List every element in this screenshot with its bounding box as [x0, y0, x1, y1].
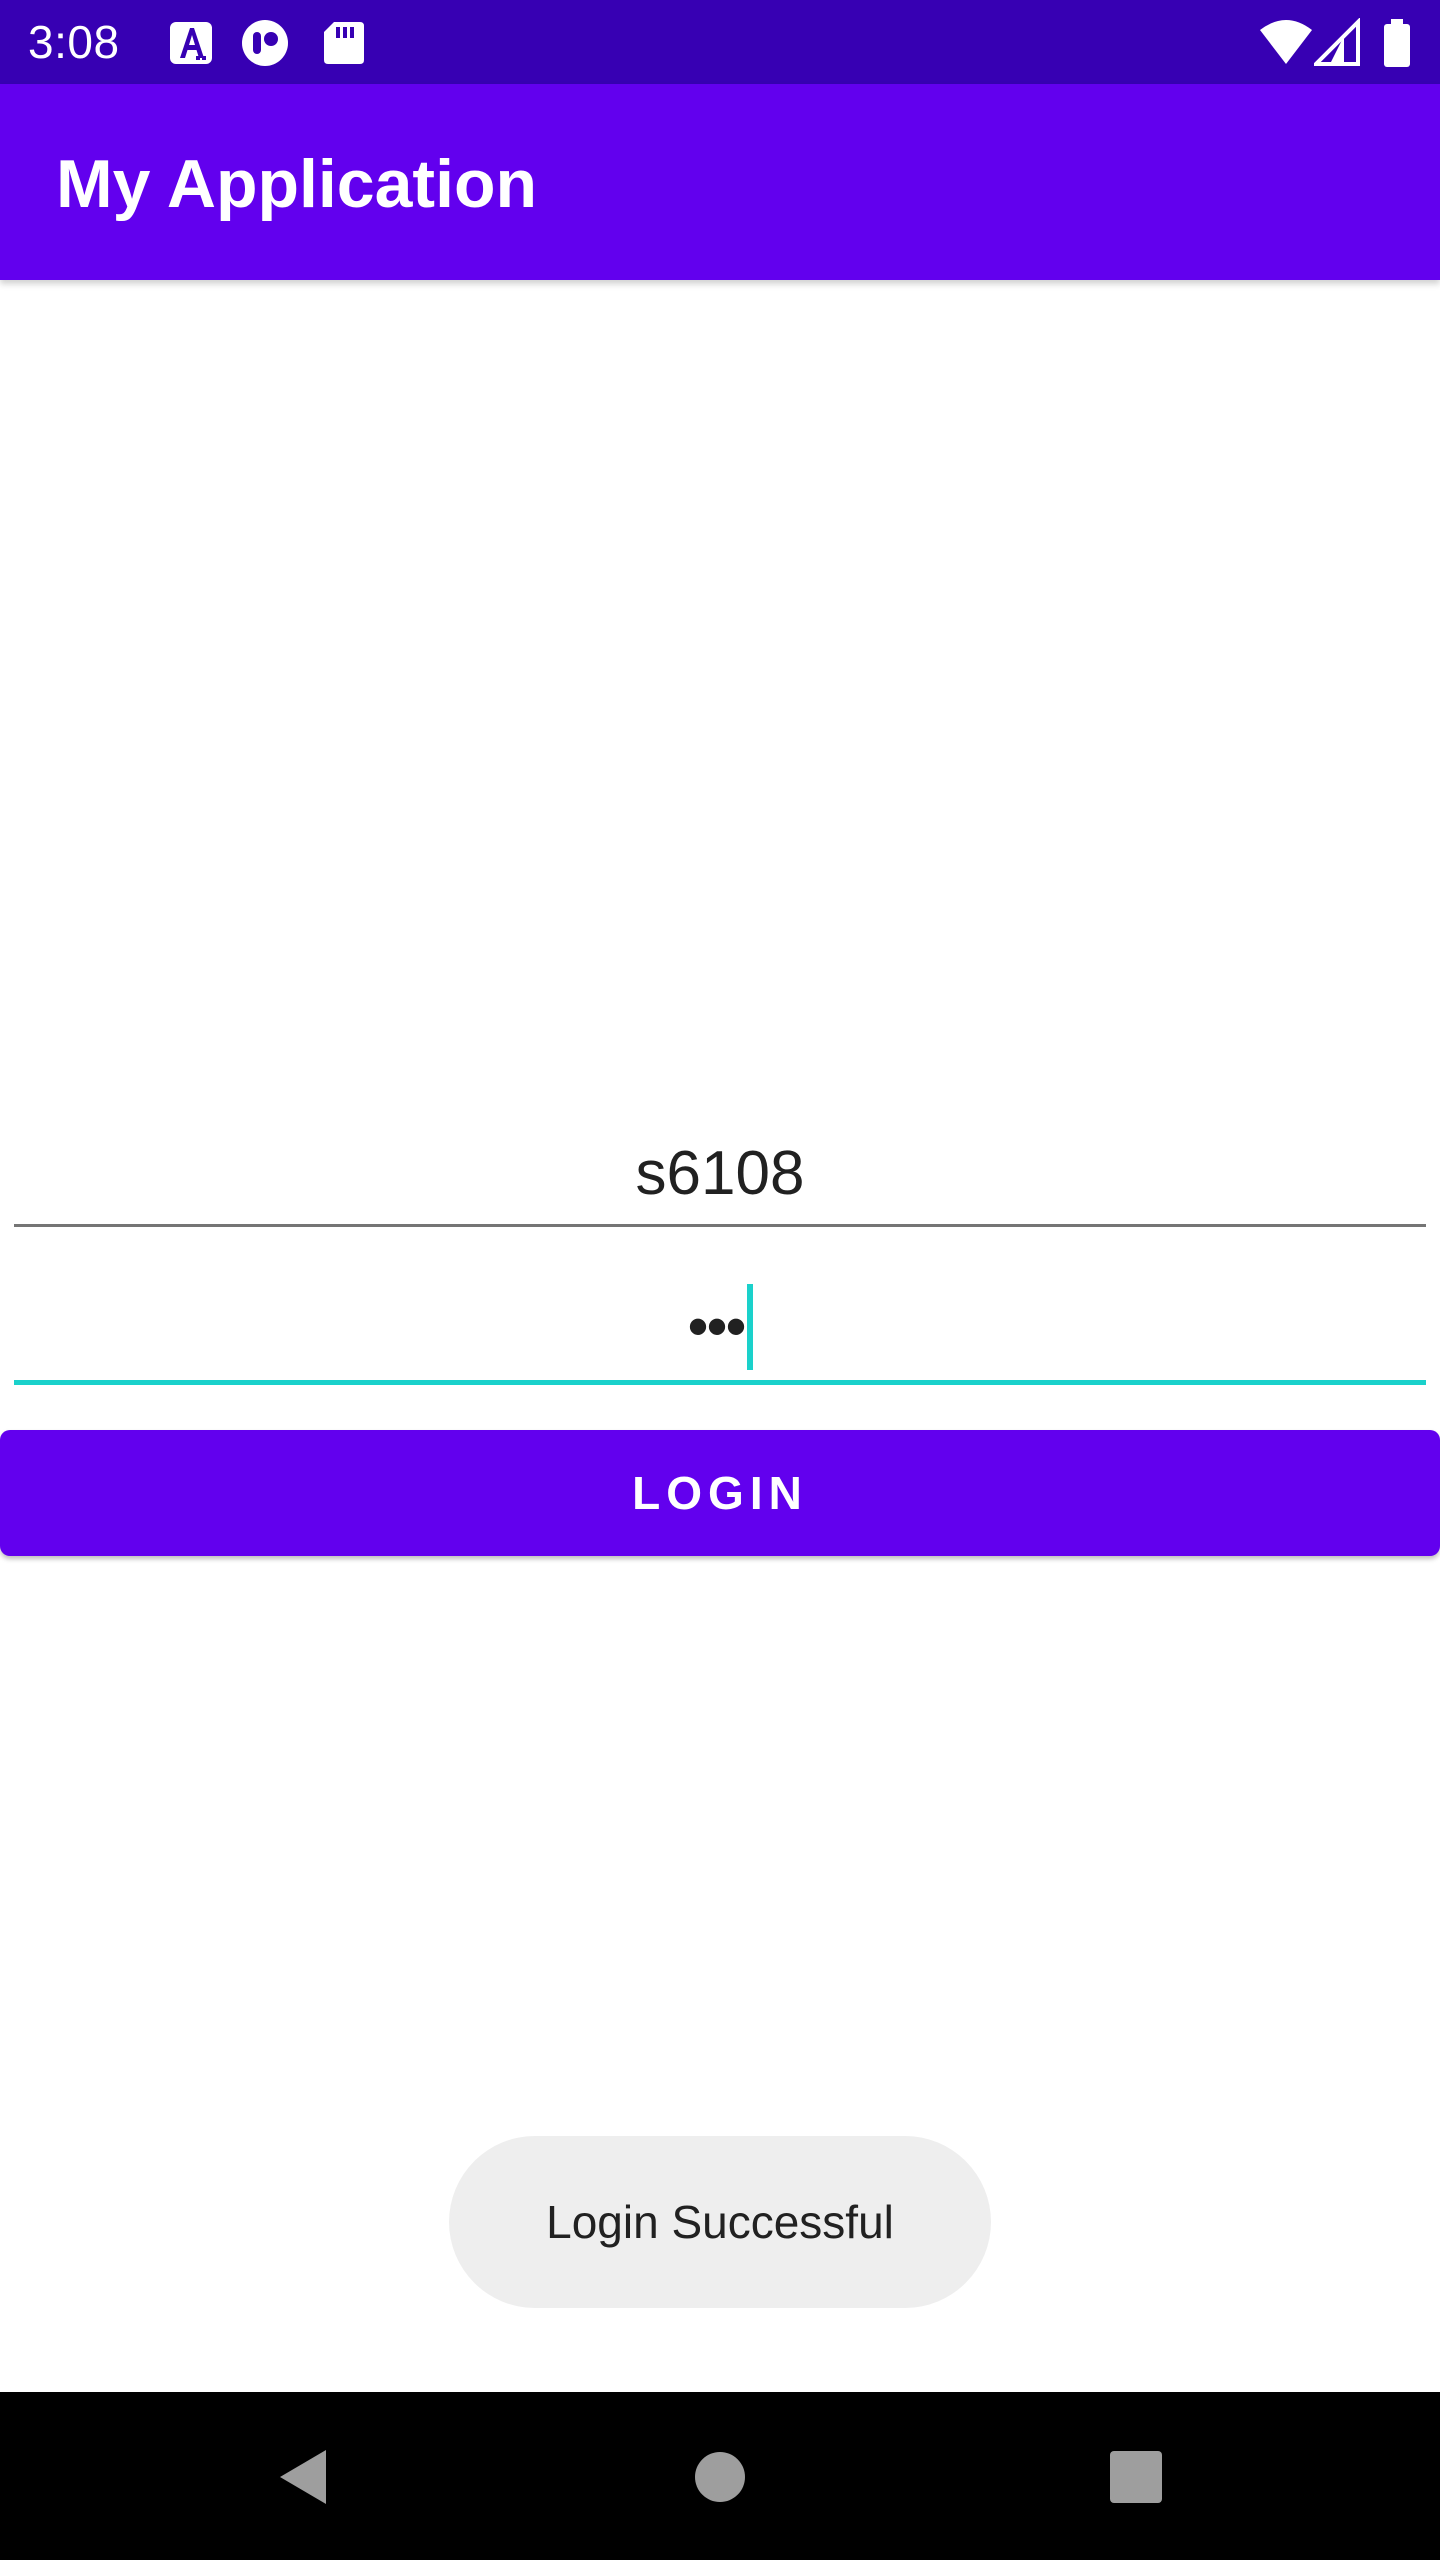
wifi-icon — [1260, 20, 1312, 64]
login-button[interactable]: LOGIN — [0, 1430, 1440, 1556]
recents-icon[interactable] — [1090, 2432, 1180, 2522]
status-time: 3:08 — [28, 16, 120, 68]
text-cursor — [746, 1284, 753, 1370]
app-title: My Application — [56, 146, 538, 222]
navigation-bar — [0, 2392, 1440, 2560]
text-a-icon — [170, 22, 212, 64]
password-field[interactable]: ••• — [14, 1264, 1426, 1385]
password-value: ••• — [687, 1293, 746, 1360]
battery-icon — [1384, 19, 1410, 67]
media-app-icon — [242, 20, 288, 66]
toast-message: Login Successful — [449, 2136, 991, 2308]
username-value: s6108 — [635, 1139, 805, 1208]
username-field[interactable]: s6108 — [14, 1120, 1426, 1227]
toast-text: Login Successful — [546, 2196, 894, 2248]
sd-card-icon — [324, 22, 364, 64]
home-icon[interactable] — [675, 2432, 765, 2522]
cellular-signal-icon — [1314, 18, 1360, 66]
back-icon[interactable] — [256, 2432, 346, 2522]
app-bar: My Application — [0, 84, 1440, 280]
status-bar: 3:08 — [0, 0, 1440, 84]
